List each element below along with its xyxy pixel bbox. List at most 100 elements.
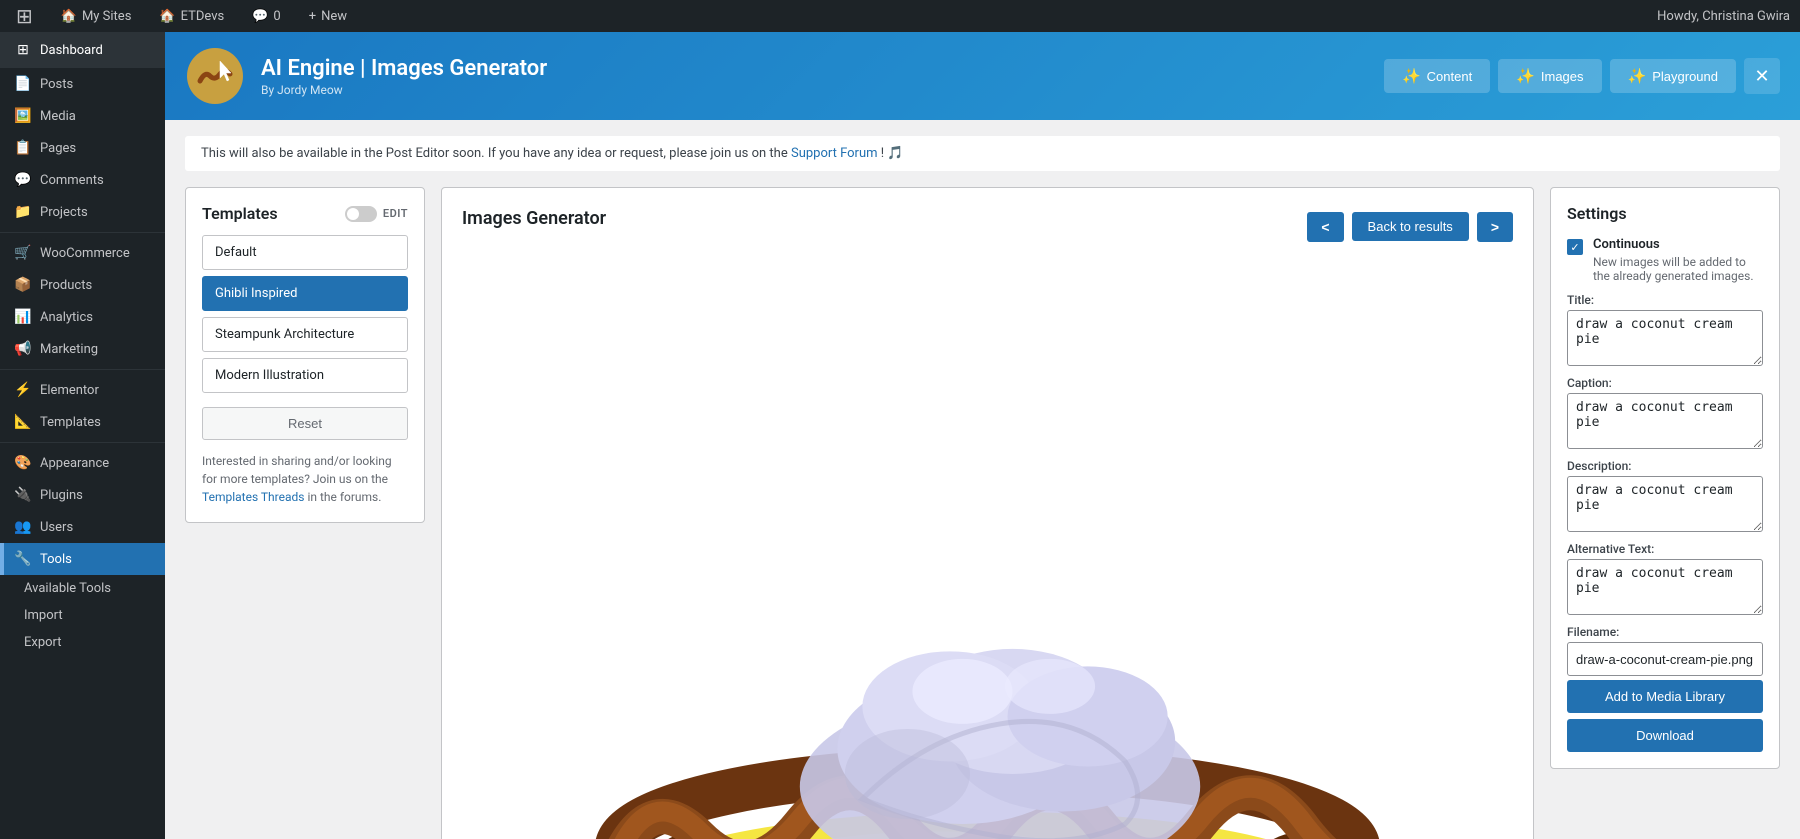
sidebar-item-appearance[interactable]: 🎨 Appearance bbox=[0, 447, 165, 479]
playground-button[interactable]: ✨ Playground bbox=[1610, 59, 1736, 93]
sidebar-item-users[interactable]: 👥 Users bbox=[0, 511, 165, 543]
settings-title: Settings bbox=[1567, 204, 1763, 223]
continuous-info: Continuous New images will be added to t… bbox=[1593, 237, 1763, 283]
adminbar-comments[interactable]: 💬 0 bbox=[246, 0, 287, 32]
sidebar-item-woocommerce[interactable]: 🛒 WooCommerce bbox=[0, 237, 165, 269]
continuous-label: Continuous bbox=[1593, 237, 1763, 252]
panel-top-row: Images Generator < Back to results > bbox=[462, 208, 1513, 245]
plugin-logo bbox=[185, 46, 245, 106]
settings-fields: Title: draw a coconut cream pie Caption:… bbox=[1567, 293, 1763, 676]
sidebar-sub-available-tools[interactable]: Available Tools bbox=[0, 575, 165, 602]
adminbar-new[interactable]: + New bbox=[303, 0, 353, 32]
description-label: Description: bbox=[1567, 459, 1763, 473]
sidebar-item-pages[interactable]: 📋 Pages bbox=[0, 132, 165, 164]
field-title: Title: draw a coconut cream pie bbox=[1567, 293, 1763, 366]
sidebar-item-posts[interactable]: 📄 Posts bbox=[0, 68, 165, 100]
tools-icon: 🔧 bbox=[14, 551, 32, 567]
field-description: Description: draw a coconut cream pie bbox=[1567, 459, 1763, 532]
plugin-header: AI Engine | Images Generator By Jordy Me… bbox=[165, 32, 1800, 120]
plugins-icon: 🔌 bbox=[14, 487, 32, 503]
image-gen-panel: Images Generator < Back to results > bbox=[441, 187, 1534, 839]
continuous-desc: New images will be added to the already … bbox=[1593, 255, 1763, 283]
adminbar-user: Howdy, Christina Gwira bbox=[1657, 9, 1790, 24]
content-button[interactable]: ✨ Content bbox=[1384, 59, 1490, 93]
analytics-icon: 📊 bbox=[14, 309, 32, 325]
sidebar-item-media[interactable]: 🖼️ Media bbox=[0, 100, 165, 132]
sidebar-item-projects[interactable]: 📁 Projects bbox=[0, 196, 165, 228]
download-button[interactable]: Download bbox=[1567, 719, 1763, 752]
add-to-media-library-button[interactable]: Add to Media Library bbox=[1567, 680, 1763, 713]
prev-image-button[interactable]: < bbox=[1307, 212, 1343, 242]
alt-text-input[interactable]: draw a coconut cream pie bbox=[1567, 559, 1763, 615]
continuous-row: ✓ Continuous New images will be added to… bbox=[1567, 237, 1763, 283]
support-forum-link[interactable]: Support Forum bbox=[791, 146, 878, 161]
alt-text-label: Alternative Text: bbox=[1567, 542, 1763, 556]
adminbar-mysites[interactable]: 🏠 My Sites bbox=[55, 0, 138, 32]
sidebar-item-comments[interactable]: 💬 Comments bbox=[0, 164, 165, 196]
content-icon: ✨ bbox=[1402, 67, 1421, 85]
image-nav: < Back to results > bbox=[1307, 212, 1513, 242]
plugin-title-section: AI Engine | Images Generator By Jordy Me… bbox=[261, 56, 547, 97]
sidebar-item-analytics[interactable]: 📊 Analytics bbox=[0, 301, 165, 333]
toggle-edit-label: EDIT bbox=[383, 207, 408, 220]
sidebar-sub-export[interactable]: Export bbox=[0, 629, 165, 656]
templates-title: Templates bbox=[202, 204, 278, 223]
next-image-button[interactable]: > bbox=[1477, 212, 1513, 242]
field-filename: Filename: bbox=[1567, 625, 1763, 676]
posts-icon: 📄 bbox=[14, 76, 32, 92]
title-input[interactable]: draw a coconut cream pie bbox=[1567, 310, 1763, 366]
back-results-button[interactable]: Back to results bbox=[1352, 212, 1469, 241]
plugin-nav: ✨ Content ✨ Images ✨ Playground ✕ bbox=[1384, 58, 1780, 94]
close-button[interactable]: ✕ bbox=[1744, 58, 1780, 94]
pages-icon: 📋 bbox=[14, 140, 32, 156]
image-display bbox=[462, 261, 1513, 839]
info-bar: This will also be available in the Post … bbox=[185, 136, 1780, 171]
reset-button[interactable]: Reset bbox=[202, 407, 408, 440]
settings-panel: Settings ✓ Continuous New images will be… bbox=[1550, 187, 1780, 769]
images-icon: ✨ bbox=[1516, 67, 1535, 85]
template-item-steampunk[interactable]: Steampunk Architecture bbox=[202, 317, 408, 352]
template-item-default[interactable]: Default bbox=[202, 235, 408, 270]
filename-input[interactable] bbox=[1567, 642, 1763, 676]
toggle-switch[interactable] bbox=[345, 206, 377, 222]
sidebar-item-plugins[interactable]: 🔌 Plugins bbox=[0, 479, 165, 511]
template-item-modern[interactable]: Modern Illustration bbox=[202, 358, 408, 393]
description-input[interactable]: draw a coconut cream pie bbox=[1567, 476, 1763, 532]
elementor-icon: ⚡ bbox=[14, 382, 32, 398]
sidebar: ⊞ Dashboard 📄 Posts 🖼️ Media 📋 Pages 💬 C… bbox=[0, 32, 165, 839]
field-alt-text: Alternative Text: draw a coconut cream p… bbox=[1567, 542, 1763, 615]
sidebar-sub-import[interactable]: Import bbox=[0, 602, 165, 629]
caption-input[interactable]: draw a coconut cream pie bbox=[1567, 393, 1763, 449]
images-button[interactable]: ✨ Images bbox=[1498, 59, 1601, 93]
sidebar-item-tools[interactable]: 🔧 Tools bbox=[0, 543, 165, 575]
admin-bar: ⊞ 🏠 My Sites 🏠 ETDevs 💬 0 + New Howdy, C… bbox=[0, 0, 1800, 32]
sidebar-item-marketing[interactable]: 📢 Marketing bbox=[0, 333, 165, 365]
projects-icon: 📁 bbox=[14, 204, 32, 220]
template-item-ghibli[interactable]: Ghibli Inspired bbox=[202, 276, 408, 311]
pie-illustration bbox=[462, 261, 1513, 839]
adminbar-site[interactable]: 🏠 ETDevs bbox=[153, 0, 230, 32]
adminbar-wp-logo[interactable]: ⊞ bbox=[10, 0, 39, 32]
templates-footer: Interested in sharing and/or looking for… bbox=[202, 452, 408, 506]
templates-icon: 📐 bbox=[14, 414, 32, 430]
filename-label: Filename: bbox=[1567, 625, 1763, 639]
templates-panel-header: Templates EDIT bbox=[202, 204, 408, 223]
continuous-checkbox[interactable]: ✓ bbox=[1567, 239, 1583, 255]
media-icon: 🖼️ bbox=[14, 108, 32, 124]
edit-toggle[interactable]: EDIT bbox=[345, 206, 408, 222]
templates-threads-link[interactable]: Templates Threads bbox=[202, 490, 304, 504]
caption-label: Caption: bbox=[1567, 376, 1763, 390]
templates-panel: Templates EDIT Default Ghibli Inspired S… bbox=[185, 187, 425, 523]
comments-icon: 💬 bbox=[14, 172, 32, 188]
sidebar-item-elementor[interactable]: ⚡ Elementor bbox=[0, 374, 165, 406]
sidebar-item-dashboard[interactable]: ⊞ Dashboard bbox=[0, 32, 165, 68]
products-icon: 📦 bbox=[14, 277, 32, 293]
image-gen-title: Images Generator bbox=[462, 208, 606, 229]
sidebar-item-products[interactable]: 📦 Products bbox=[0, 269, 165, 301]
three-col-layout: Templates EDIT Default Ghibli Inspired S… bbox=[185, 187, 1780, 839]
marketing-icon: 📢 bbox=[14, 341, 32, 357]
playground-icon: ✨ bbox=[1628, 67, 1647, 85]
appearance-icon: 🎨 bbox=[14, 455, 32, 471]
users-icon: 👥 bbox=[14, 519, 32, 535]
sidebar-item-templates[interactable]: 📐 Templates bbox=[0, 406, 165, 438]
